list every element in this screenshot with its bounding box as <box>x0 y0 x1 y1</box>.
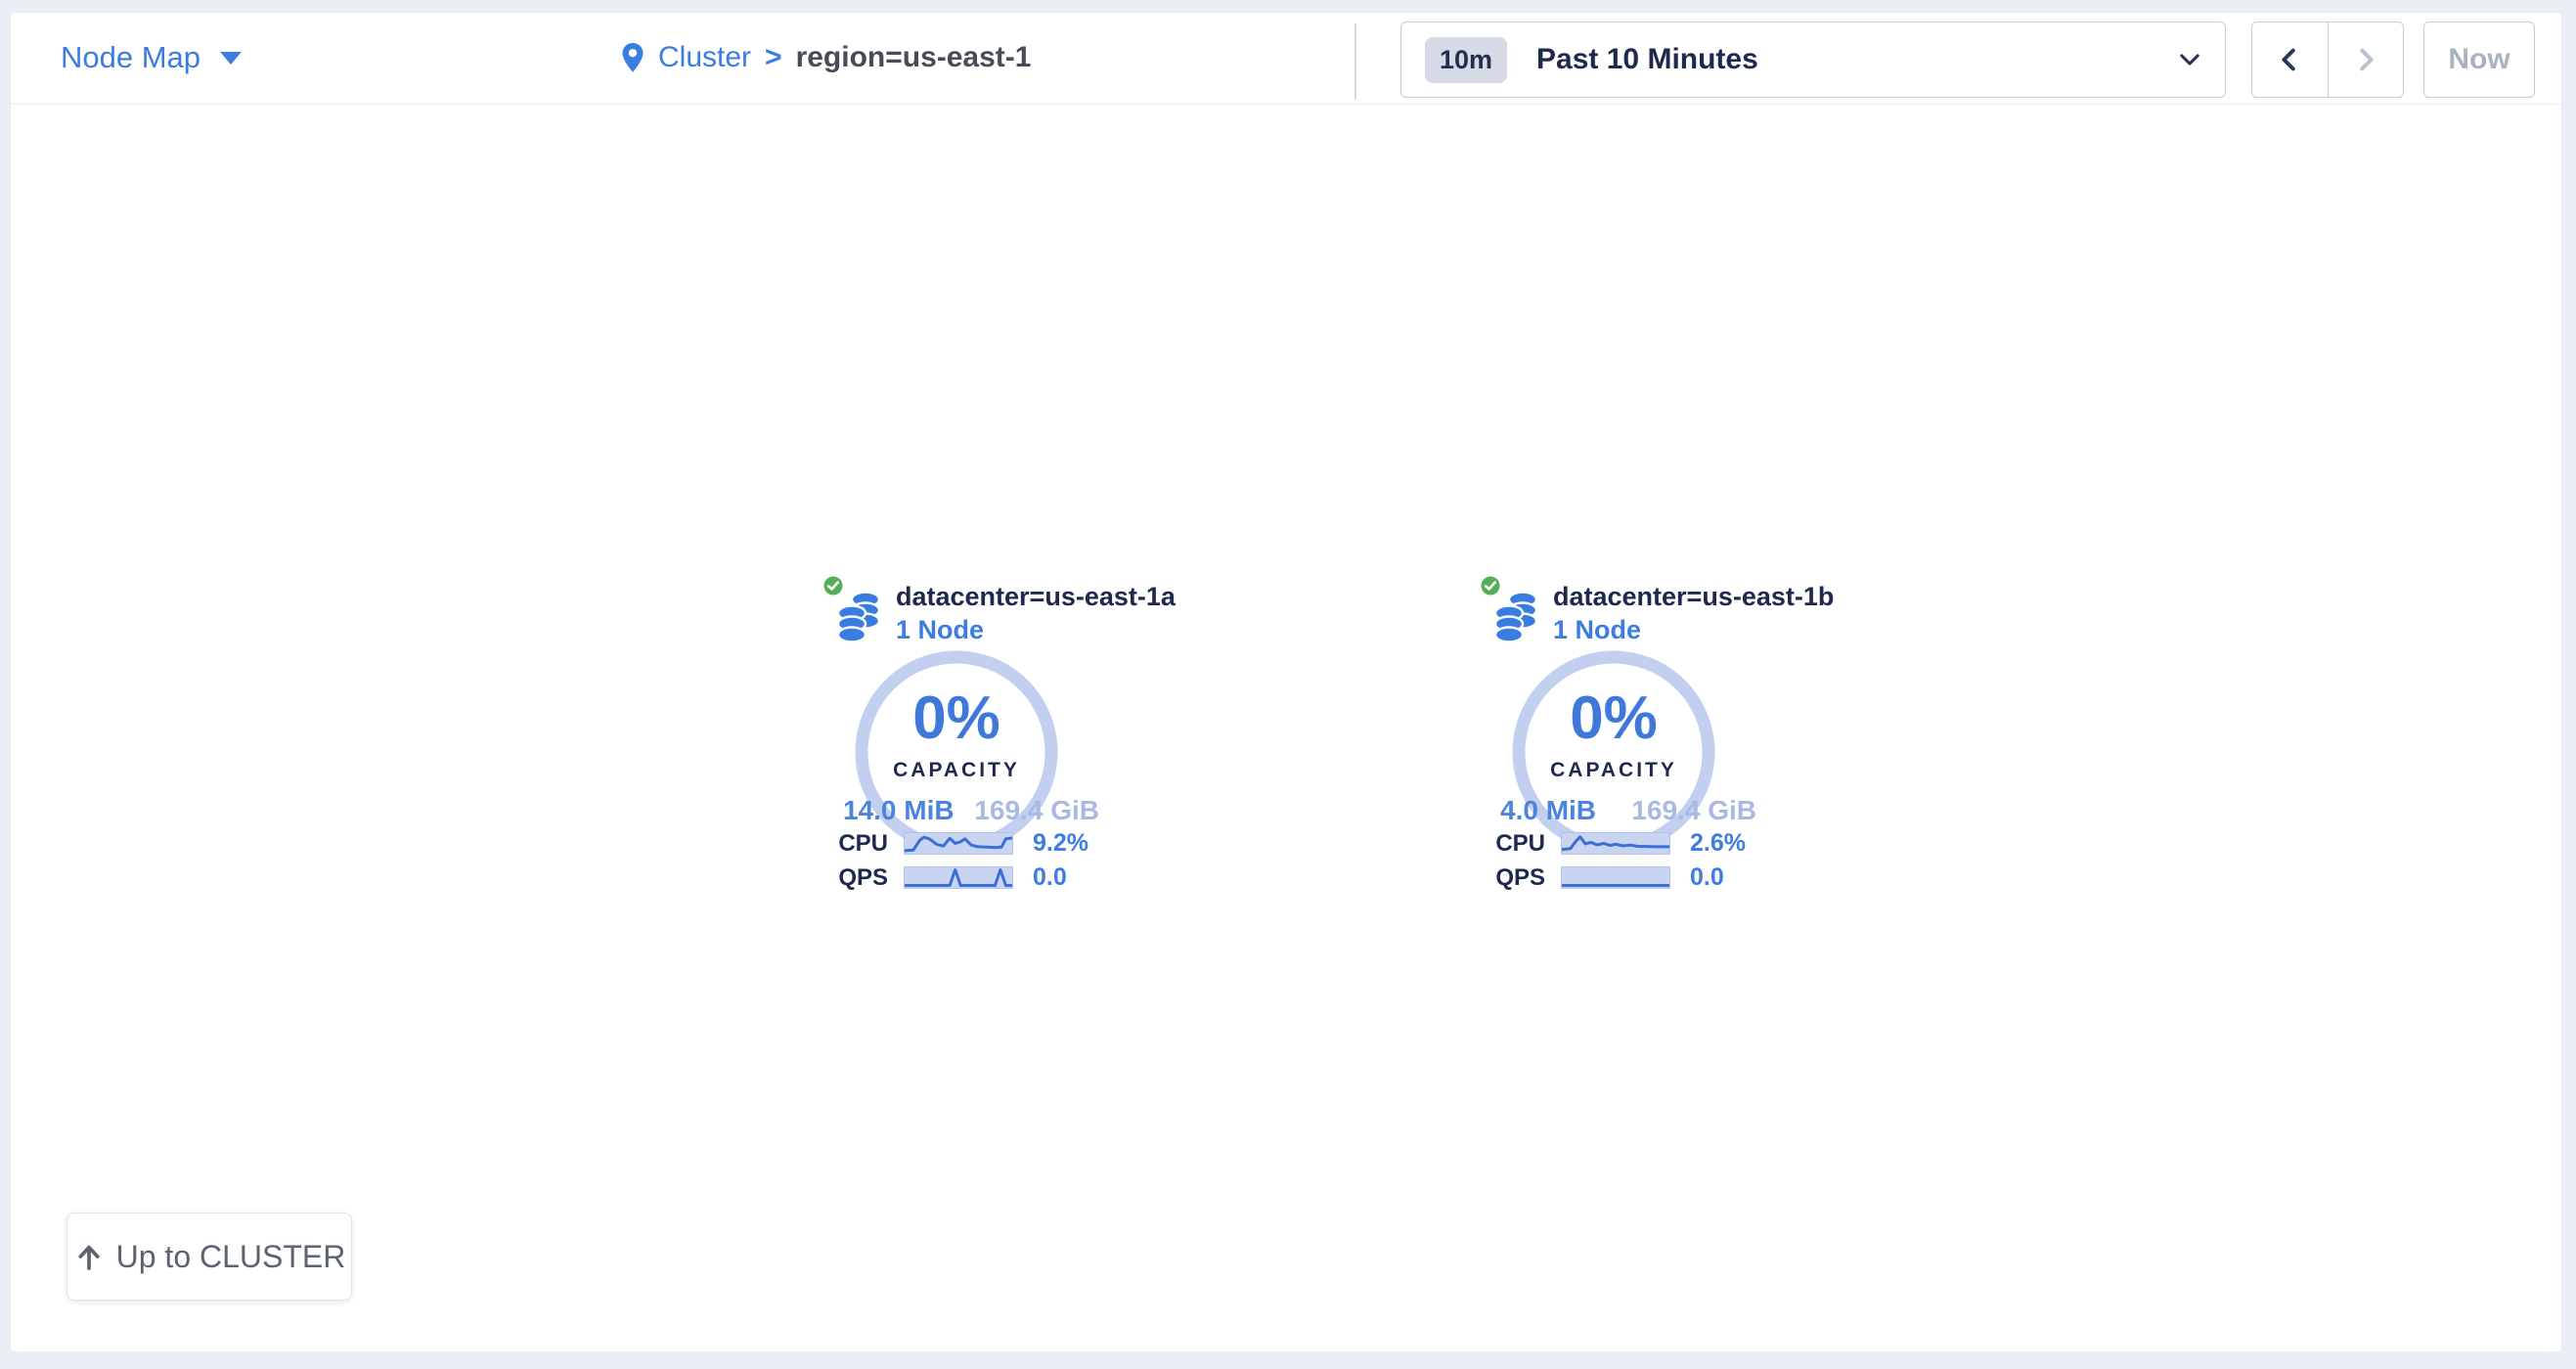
up-to-cluster-button[interactable]: Up to CLUSTER <box>67 1213 352 1301</box>
locality-card-us-east-1b[interactable]: datacenter=us-east-1b 1 Node 0% CAPACITY… <box>1469 572 1772 909</box>
time-step-back-button[interactable] <box>2252 22 2329 97</box>
chevron-right-icon <box>2351 45 2380 74</box>
database-stack-icon <box>837 590 880 644</box>
time-range-label: Past 10 Minutes <box>1536 43 1758 76</box>
locality-node-count: 1 Node <box>896 615 984 645</box>
locality-node-count: 1 Node <box>1553 615 1641 645</box>
qps-value: 0.0 <box>1033 866 1067 889</box>
cpu-metric-row: CPU 2.6% <box>1469 832 1772 855</box>
capacity-percent: 0% <box>1570 688 1658 749</box>
cpu-value: 2.6% <box>1690 832 1746 855</box>
up-to-cluster-label: Up to CLUSTER <box>116 1239 346 1275</box>
header-vertical-divider <box>1355 23 1356 100</box>
capacity-caption: CAPACITY <box>1550 759 1677 782</box>
capacity-total: 169.4 GiB <box>974 795 1099 826</box>
qps-metric-row: QPS 0.0 <box>1469 866 1772 889</box>
capacity-used: 14.0 MiB <box>843 795 955 826</box>
time-range-badge: 10m <box>1425 37 1507 83</box>
qps-metric-row: QPS 0.0 <box>812 866 1115 889</box>
cpu-metric-row: CPU 9.2% <box>812 832 1115 855</box>
chevron-left-icon <box>2275 45 2304 74</box>
arrow-up-icon <box>73 1241 105 1272</box>
locality-title: datacenter=us-east-1a <box>896 582 1176 612</box>
breadcrumb-current: region=us-east-1 <box>796 41 1032 74</box>
caret-down-icon <box>220 52 242 65</box>
qps-value: 0.0 <box>1690 866 1724 889</box>
capacity-total: 169.4 GiB <box>1631 795 1756 826</box>
qps-label: QPS <box>812 866 888 889</box>
database-stack-icon <box>1494 590 1537 644</box>
locality-card-us-east-1a[interactable]: datacenter=us-east-1a 1 Node 0% CAPACITY… <box>812 572 1115 909</box>
qps-sparkline <box>1561 866 1670 889</box>
cpu-label: CPU <box>1469 832 1545 855</box>
cpu-sparkline <box>1561 832 1670 855</box>
capacity-percent: 0% <box>912 688 1000 749</box>
breadcrumb-separator: > <box>765 41 782 74</box>
view-selector-label: Node Map <box>61 40 200 75</box>
cpu-sparkline <box>904 832 1013 855</box>
header-divider-line <box>11 104 2561 105</box>
time-step-buttons <box>2251 22 2404 98</box>
qps-label: QPS <box>1469 866 1545 889</box>
location-pin-icon <box>621 42 644 73</box>
capacity-caption: CAPACITY <box>893 759 1020 782</box>
capacity-used: 4.0 MiB <box>1500 795 1596 826</box>
node-map-page: Node Map Cluster > region=us-east-1 10m … <box>0 0 2576 1369</box>
content-panel <box>10 12 2562 1352</box>
cpu-label: CPU <box>812 832 888 855</box>
view-selector-dropdown[interactable]: Node Map <box>61 12 242 104</box>
cpu-value: 9.2% <box>1033 832 1088 855</box>
breadcrumb: Cluster > region=us-east-1 <box>621 12 1031 104</box>
now-button[interactable]: Now <box>2423 22 2535 98</box>
time-step-forward-button[interactable] <box>2329 22 2404 97</box>
breadcrumb-cluster-link[interactable]: Cluster <box>658 41 751 74</box>
locality-title: datacenter=us-east-1b <box>1553 582 1834 612</box>
time-range-dropdown[interactable]: 10m Past 10 Minutes <box>1400 22 2226 98</box>
qps-sparkline <box>904 866 1013 889</box>
chevron-down-icon <box>2176 46 2203 73</box>
